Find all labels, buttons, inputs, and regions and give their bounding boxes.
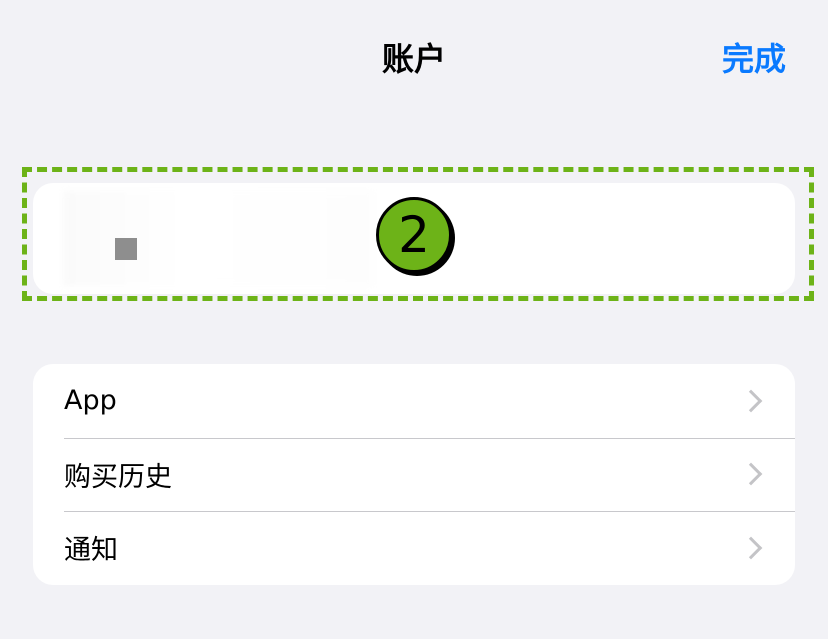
list-item-label: 通知: [64, 535, 118, 567]
list-item-notifications[interactable]: 通知: [33, 511, 795, 585]
page-title: 账户: [381, 40, 446, 78]
list-item-label: 购买历史: [64, 461, 172, 493]
list-item-app[interactable]: App: [33, 364, 795, 438]
chevron-right-icon: [739, 463, 763, 486]
step-badge: 2: [376, 197, 452, 273]
account-sheet: 账户 完成 2 App 购买历史 通知: [0, 0, 828, 639]
list-item-purchase-history[interactable]: 购买历史: [33, 437, 795, 512]
chevron-right-icon: [739, 389, 763, 413]
done-button[interactable]: 完成: [722, 34, 786, 80]
settings-list: App 购买历史 通知: [33, 364, 795, 585]
chevron-right-icon: [739, 536, 763, 560]
list-item-label: App: [64, 385, 117, 417]
